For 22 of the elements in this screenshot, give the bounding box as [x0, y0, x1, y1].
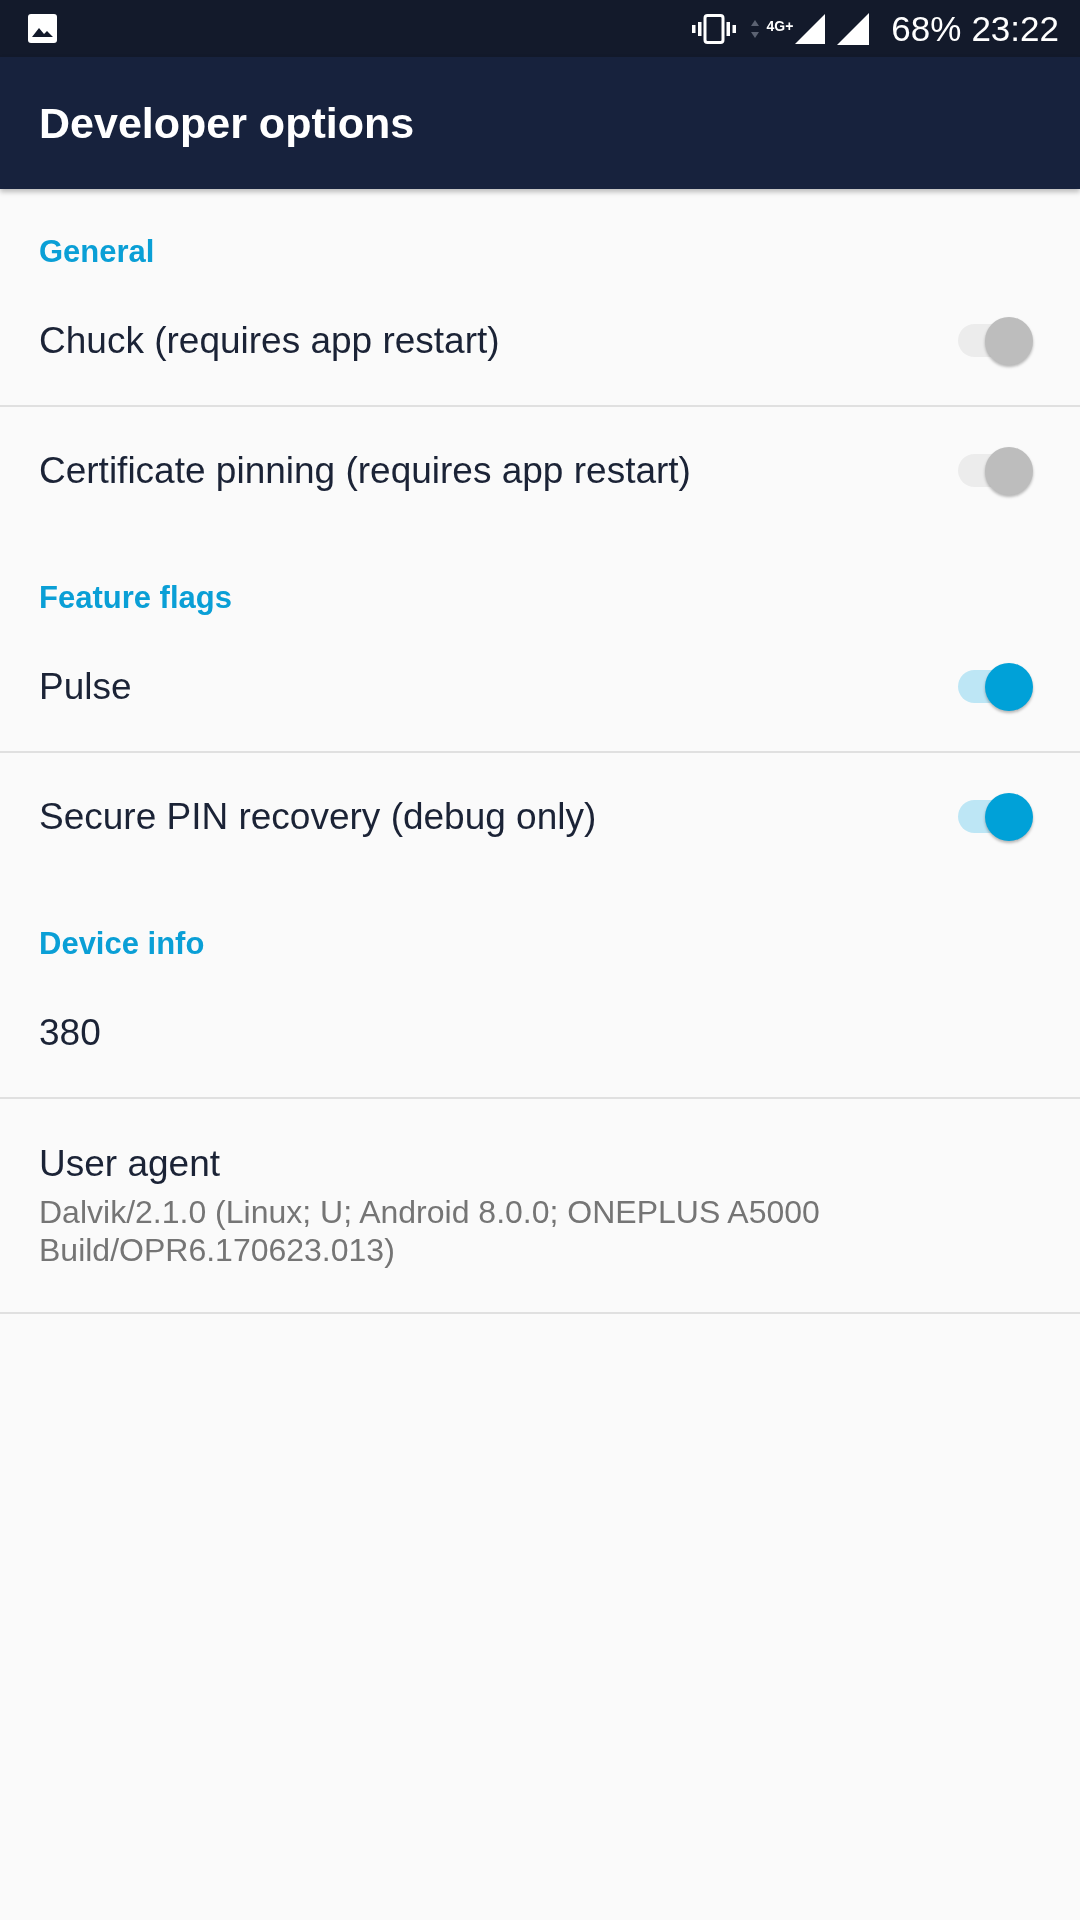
image-icon	[28, 14, 57, 43]
toggle-switch[interactable]	[958, 662, 1034, 712]
screen-title: Developer options	[39, 98, 415, 148]
toggle-switch[interactable]	[958, 792, 1034, 842]
network-type-label: 4G+	[766, 18, 794, 33]
setting-title: Secure PIN recovery (debug only)	[39, 796, 597, 838]
clock-time: 23:22	[971, 8, 1059, 49]
category-header: Device info	[39, 926, 205, 962]
toggle-switch[interactable]	[958, 446, 1034, 496]
setting-title: Pulse	[39, 666, 132, 708]
category-header: Feature flags	[39, 580, 232, 616]
setting-title: User agent	[39, 1143, 220, 1185]
battery-percent: 68%	[891, 8, 962, 49]
setting-title: Chuck (requires app restart)	[39, 320, 500, 362]
setting-summary: Dalvik/2.1.0 (Linux; U; Android 8.0.0; ONEPLUS A5000 Build/OPR6.170623.013)	[39, 1193, 821, 1269]
signal-icon	[837, 12, 870, 45]
signal-icon	[795, 13, 826, 44]
category-header: General	[39, 234, 155, 270]
setting-title: Certificate pinning (requires app restart)	[39, 450, 691, 492]
toggle-switch[interactable]	[958, 316, 1034, 366]
vibrate-icon	[692, 13, 737, 44]
setting-title: 380	[39, 1012, 101, 1054]
